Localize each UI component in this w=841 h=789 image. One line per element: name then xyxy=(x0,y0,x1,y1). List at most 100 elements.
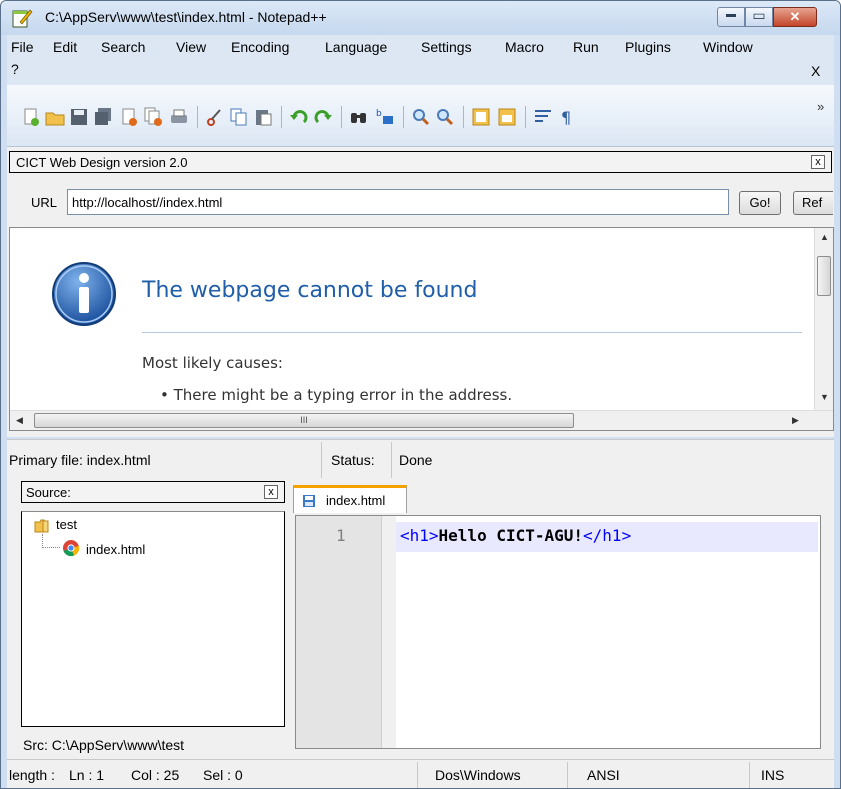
maximize-button[interactable]: ▭ xyxy=(745,7,773,27)
tab-index-html[interactable]: index.html xyxy=(293,485,407,513)
title-bar: C:\AppServ\www\test\index.html - Notepad… xyxy=(1,1,840,35)
menu-run[interactable]: Run xyxy=(573,39,599,55)
code-line[interactable]: <h1>Hello CICT-AGU!</h1> xyxy=(400,526,631,545)
scroll-right-icon[interactable]: ▶ xyxy=(792,415,799,426)
toolbar-separator xyxy=(463,106,464,128)
menu-settings[interactable]: Settings xyxy=(421,39,472,55)
code-open-tag: <h1> xyxy=(400,526,439,545)
replace-icon[interactable]: b xyxy=(375,107,395,127)
source-panel: Source: x test index.html Src: C:\AppSer… xyxy=(7,479,285,759)
minimize-button[interactable]: ▬ xyxy=(717,7,745,27)
go-button[interactable]: Go! xyxy=(739,191,781,215)
menu-plugins[interactable]: Plugins xyxy=(625,39,671,55)
status-divider xyxy=(417,762,418,788)
refresh-button[interactable]: Ref xyxy=(793,191,833,215)
save-icon[interactable] xyxy=(69,107,89,127)
scroll-up-icon[interactable]: ▲ xyxy=(820,232,829,242)
word-wrap-icon[interactable] xyxy=(533,107,553,127)
panel-title: CICT Web Design version 2.0 xyxy=(16,155,188,170)
save-all-icon[interactable] xyxy=(93,107,113,127)
undo-icon[interactable] xyxy=(289,107,309,127)
status-value: Done xyxy=(399,452,433,468)
vertical-scroll-thumb[interactable] xyxy=(817,256,831,296)
line-field: Ln : 1 xyxy=(69,767,105,783)
cause-list-item: • There might be a typing error in the a… xyxy=(160,386,513,404)
divider xyxy=(142,332,802,333)
code-close-tag: </h1> xyxy=(583,526,632,545)
open-file-icon[interactable] xyxy=(45,107,65,127)
column-field: Col : 25 xyxy=(131,767,180,783)
plugin-status-bar: Primary file: index.html Status: Done xyxy=(7,439,834,479)
minimize-icon: ▬ xyxy=(726,9,736,20)
menu-bar: File Edit Search View Encoding Language … xyxy=(7,35,834,85)
show-all-characters-icon[interactable]: ¶ xyxy=(557,107,577,127)
causes-heading: Most likely causes: xyxy=(142,354,283,372)
chrome-file-icon xyxy=(63,540,80,557)
print-icon[interactable] xyxy=(169,107,189,127)
menu-language[interactable]: Language xyxy=(325,39,387,55)
menu-window[interactable]: Window xyxy=(703,39,753,55)
folder-icon xyxy=(34,519,49,533)
line-number: 1 xyxy=(336,526,346,545)
tree-connector xyxy=(42,534,60,548)
source-header: Source: x xyxy=(21,481,285,503)
menu-search[interactable]: Search xyxy=(101,39,145,55)
editor-area: index.html 1 <h1>Hello CICT-AGU!</h1> xyxy=(285,479,834,759)
source-title: Source: xyxy=(26,485,71,500)
file-tree: test index.html xyxy=(21,511,285,727)
paste-icon[interactable] xyxy=(253,107,273,127)
source-close-button[interactable]: x xyxy=(264,485,278,499)
url-label: URL xyxy=(31,195,58,210)
menu-edit[interactable]: Edit xyxy=(53,39,77,55)
menu-macro[interactable]: Macro xyxy=(505,39,544,55)
horizontal-scrollbar[interactable]: ◀ III ▶ xyxy=(10,410,833,430)
menu-encoding[interactable]: Encoding xyxy=(231,39,289,55)
web-design-panel: CICT Web Design version 2.0 x URL Go! Re… xyxy=(7,147,834,437)
notepad-window: C:\AppServ\www\test\index.html - Notepad… xyxy=(0,0,841,789)
svg-text:¶: ¶ xyxy=(561,108,571,127)
insert-mode: INS xyxy=(761,767,785,783)
browser-preview: The webpage cannot be found Most likely … xyxy=(9,227,834,431)
close-icon: ✕ xyxy=(789,9,801,24)
line-number-gutter: 1 xyxy=(296,516,382,748)
toolbar-overflow-chevron-icon[interactable]: » xyxy=(817,99,824,114)
scroll-left-icon[interactable]: ◀ xyxy=(16,415,23,426)
tree-item-file-index[interactable]: index.html xyxy=(86,542,145,557)
copy-icon[interactable] xyxy=(229,107,249,127)
redo-icon[interactable] xyxy=(313,107,333,127)
toolbar-separator xyxy=(403,106,404,128)
maximize-icon: ▭ xyxy=(752,7,766,23)
zoom-out-icon[interactable] xyxy=(435,107,455,127)
notepad-app-icon xyxy=(12,9,33,28)
new-file-icon[interactable] xyxy=(21,107,41,127)
toolbar-separator xyxy=(341,106,342,128)
close-all-icon[interactable] xyxy=(143,107,163,127)
panel-close-button[interactable]: x xyxy=(811,155,825,169)
source-path: Src: C:\AppServ\www\test xyxy=(23,737,185,753)
cause-text: There might be a typing error in the add… xyxy=(173,386,513,404)
tree-item-folder-test[interactable]: test xyxy=(56,517,77,532)
saved-file-icon xyxy=(303,495,315,507)
tab-label: index.html xyxy=(326,493,386,508)
primary-file-label: Primary file: index.html xyxy=(9,452,151,468)
close-icon[interactable] xyxy=(119,107,139,127)
close-document-button[interactable]: X xyxy=(811,63,820,79)
cut-icon[interactable] xyxy=(205,107,225,127)
close-button[interactable]: ✕ xyxy=(773,7,817,27)
find-icon[interactable] xyxy=(349,107,369,127)
scroll-down-icon[interactable]: ▼ xyxy=(820,392,829,402)
toolbar-separator xyxy=(525,106,526,128)
menu-help[interactable]: ? xyxy=(11,61,19,77)
menu-view[interactable]: View xyxy=(176,39,206,55)
code-editor[interactable]: 1 <h1>Hello CICT-AGU!</h1> xyxy=(295,515,821,749)
menu-file[interactable]: File xyxy=(11,39,34,55)
url-input[interactable] xyxy=(67,189,729,215)
zoom-in-icon[interactable] xyxy=(411,107,431,127)
horizontal-scroll-thumb[interactable]: III xyxy=(34,413,574,428)
vertical-scrollbar[interactable]: ▲ ▼ xyxy=(814,228,833,410)
error-title: The webpage cannot be found xyxy=(142,278,478,303)
fold-margin xyxy=(382,516,396,748)
sync-vertical-icon[interactable] xyxy=(471,107,491,127)
sync-horizontal-icon[interactable] xyxy=(497,107,517,127)
status-divider xyxy=(321,442,322,478)
